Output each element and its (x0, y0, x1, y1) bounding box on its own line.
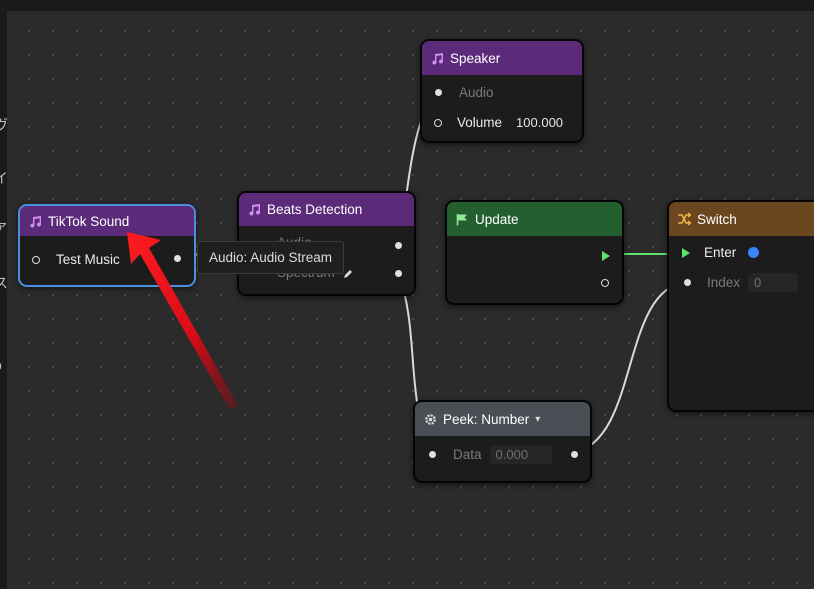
peek-data-row: Data 0.000 (429, 445, 552, 464)
volume-value-field[interactable]: 100.000 (510, 113, 569, 132)
peek-data-input-port[interactable] (429, 451, 436, 458)
port-label: Data (453, 447, 482, 462)
music-note-icon (430, 51, 444, 65)
data-value-field[interactable]: 0.000 (489, 445, 552, 464)
switch-enter-exec-port[interactable] (682, 247, 690, 258)
port-label: Index (707, 275, 741, 290)
speaker-header[interactable]: Speaker (422, 41, 582, 75)
update-secondary-output-ring[interactable] (601, 279, 609, 287)
edge-glyph: p (0, 357, 2, 373)
port-tooltip: Audio: Audio Stream (197, 241, 344, 274)
switch-index-input-port[interactable] (684, 279, 691, 286)
port-label: Test Music (56, 252, 120, 267)
edge-glyph: ァ (0, 216, 7, 236)
gear-icon (423, 412, 437, 426)
switch-node[interactable]: Switch Enter Index 0 (667, 200, 814, 412)
unused-input-ring[interactable] (32, 255, 40, 264)
tiktok-sound-header[interactable]: TikTok Sound (20, 206, 194, 236)
chevron-down-icon[interactable]: ▾ (535, 414, 540, 425)
speaker-volume-row: Volume 100.000 (434, 113, 569, 132)
peek-number-node[interactable]: Peek: Number ▾ Data 0.000 (413, 400, 592, 483)
tiktok-sound-output-row: Test Music (32, 252, 120, 267)
peek-data-output-port[interactable] (571, 451, 578, 458)
node-title: Speaker (450, 50, 501, 66)
switch-header[interactable]: Switch (669, 202, 814, 236)
port-label: Volume (457, 115, 503, 130)
beats-detection-header[interactable]: Beats Detection (239, 193, 414, 226)
music-note-icon (28, 214, 42, 228)
music-note-icon (247, 203, 261, 217)
update-exec-output-port[interactable] (602, 251, 610, 261)
node-title: TikTok Sound (48, 213, 130, 229)
edge-glyph: e (0, 537, 1, 551)
edge-glyph: イ (0, 168, 7, 188)
tooltip-text: Audio: Audio Stream (208, 250, 333, 265)
left-panel-edge: ヴ イ ァ ス p s s e (0, 11, 7, 589)
port-label: Enter (704, 245, 737, 260)
flag-icon (455, 212, 469, 226)
switch-index-row: Index 0 (684, 273, 799, 292)
edge-glyph: ス (0, 273, 7, 293)
speaker-audio-row: Audio (435, 85, 494, 100)
port-label: Audio (459, 85, 494, 100)
edge-glyph: ヴ (0, 115, 7, 135)
beats-output-port-2[interactable] (395, 270, 402, 277)
enter-active-indicator (748, 247, 760, 258)
tiktok-sound-node[interactable]: TikTok Sound Test Music (18, 204, 196, 287)
volume-input-ring[interactable] (434, 118, 442, 127)
node-title: Beats Detection (267, 202, 363, 217)
peek-number-header[interactable]: Peek: Number ▾ (415, 402, 590, 436)
update-header[interactable]: Update (447, 202, 622, 236)
update-node[interactable]: Update (445, 200, 624, 305)
node-title: Update (475, 211, 519, 227)
pencil-icon (343, 266, 353, 278)
beats-output-port-1[interactable] (395, 242, 402, 249)
node-title: Peek: Number (443, 411, 530, 427)
index-value-field[interactable]: 0 (748, 273, 799, 292)
node-title: Switch (697, 211, 737, 227)
speaker-audio-input-port[interactable] (435, 89, 442, 96)
switch-enter-row: Enter (682, 245, 760, 260)
speaker-node[interactable]: Speaker Audio Volume 100.000 (420, 39, 584, 143)
switch-icon (677, 212, 691, 226)
test-music-output-port[interactable] (174, 255, 181, 262)
